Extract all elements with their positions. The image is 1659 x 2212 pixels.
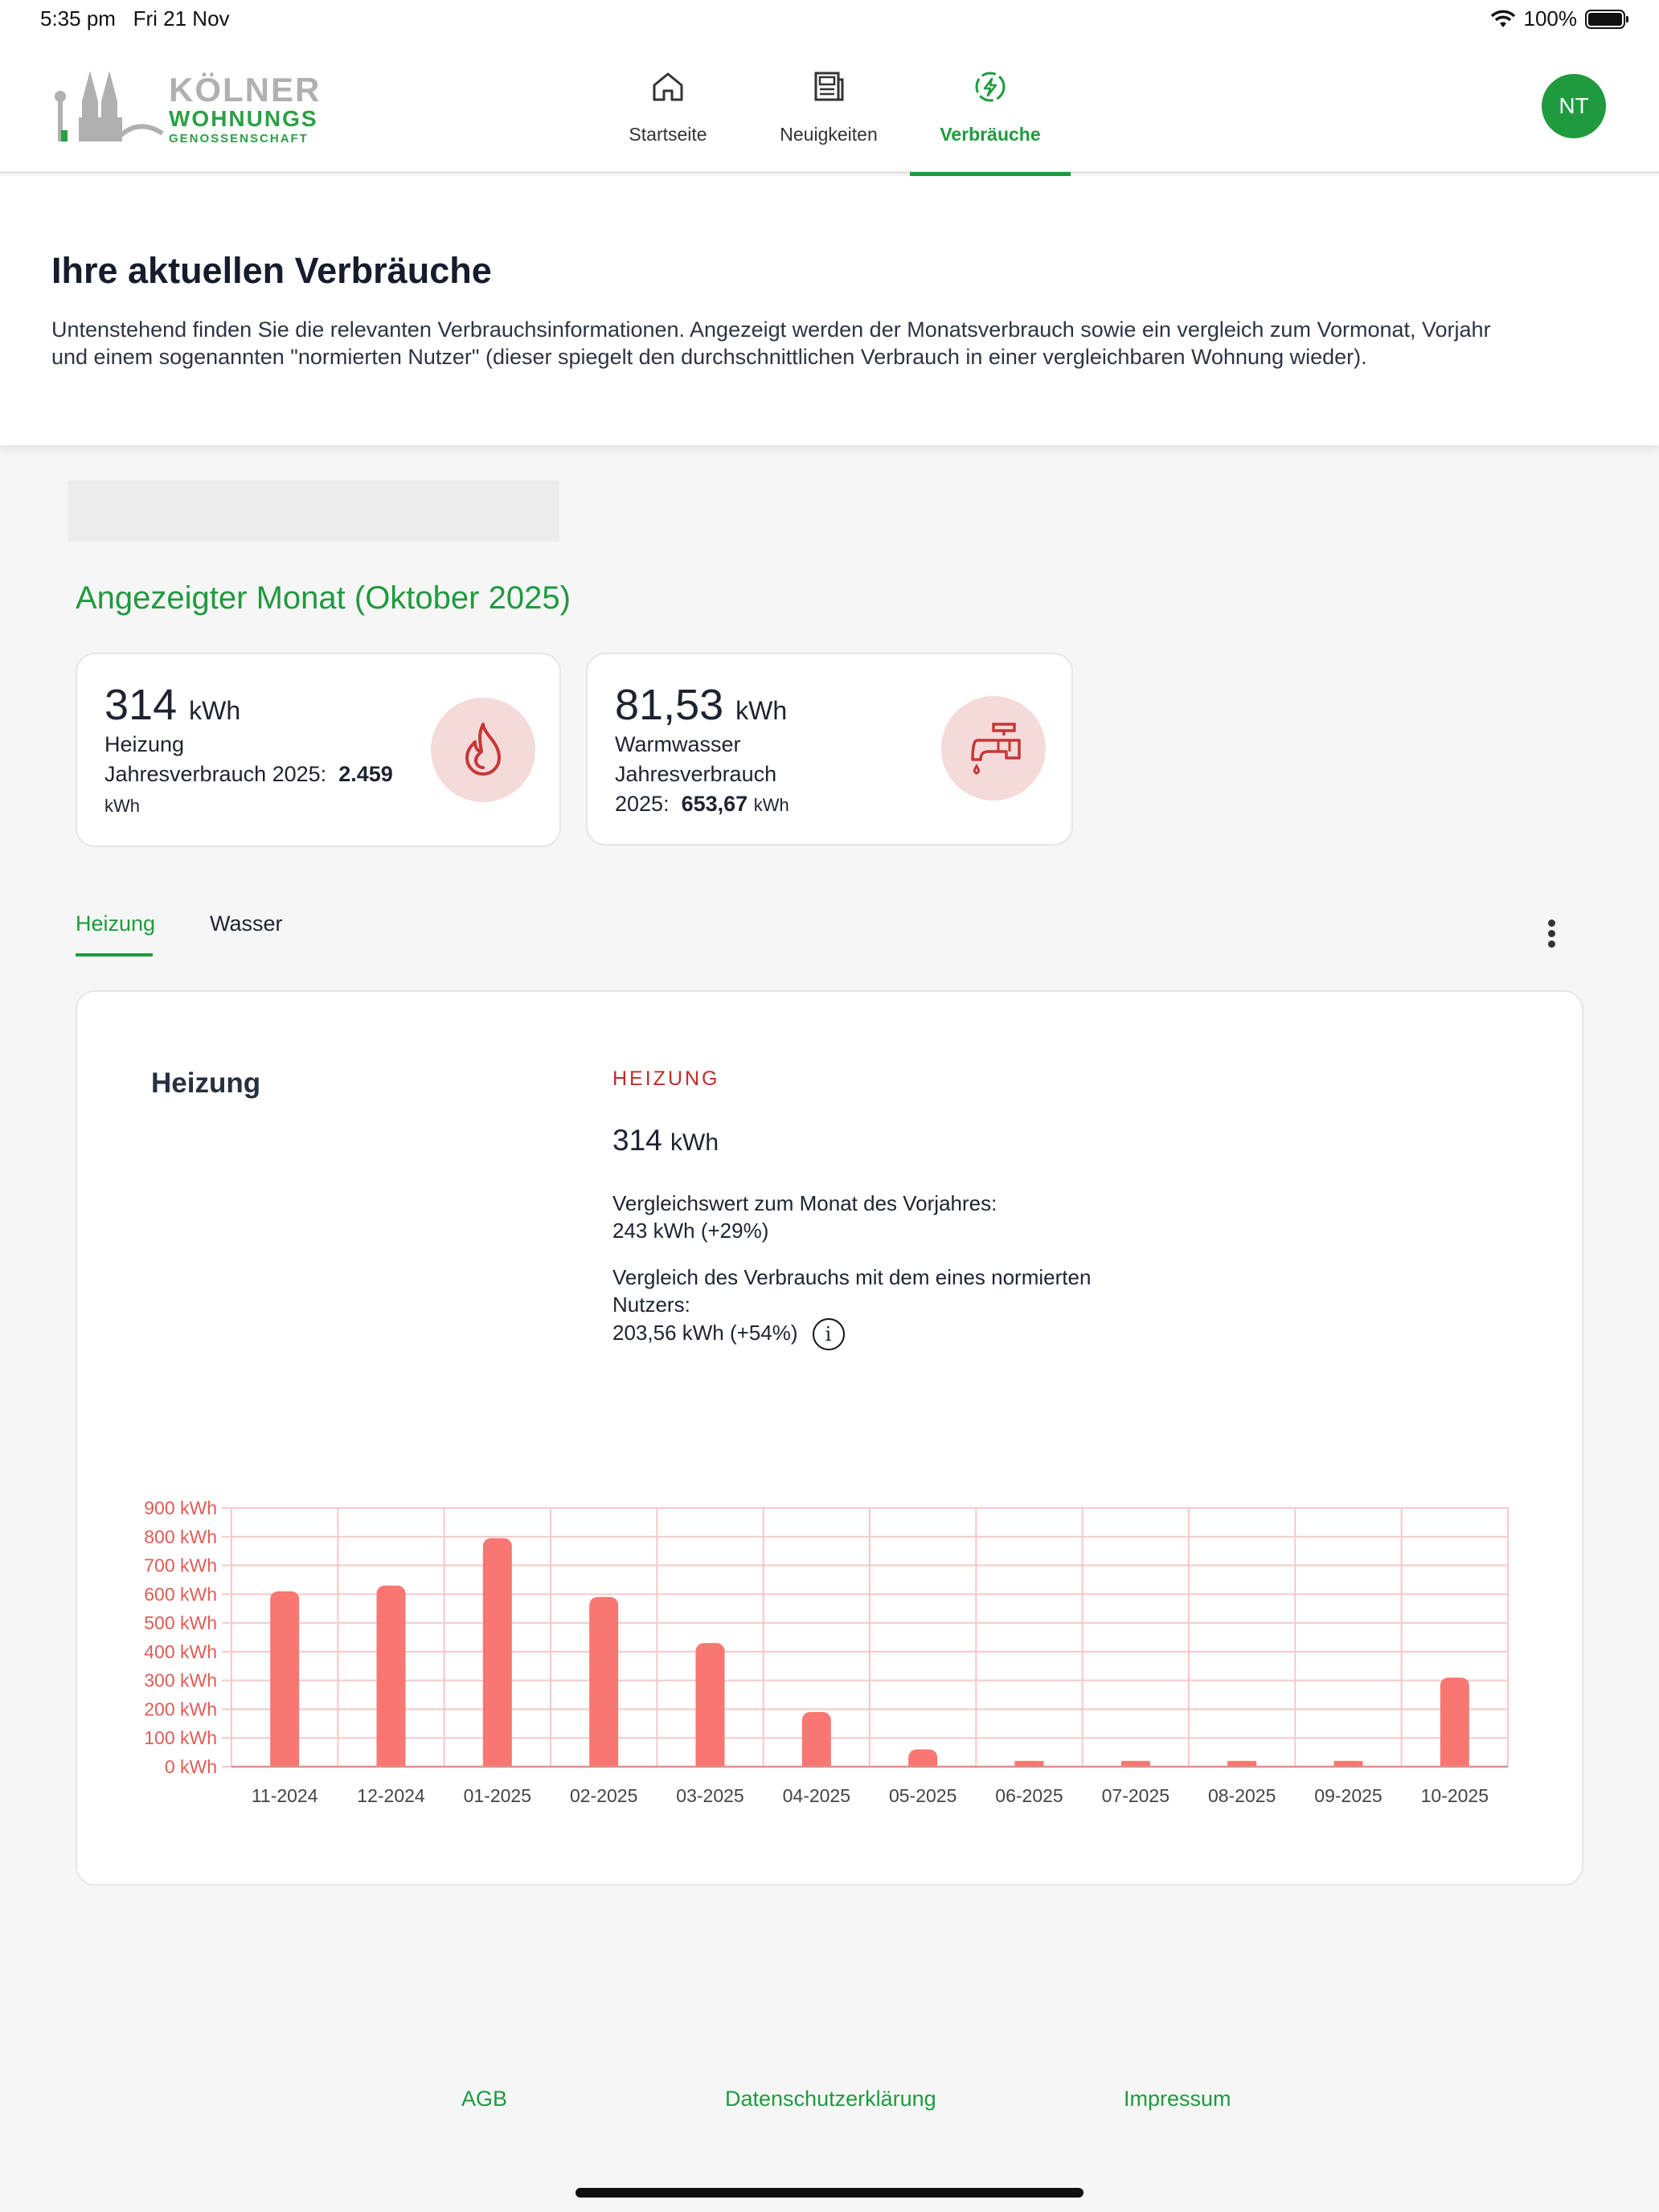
intro-section: Ihre aktuellen Verbräuche Untenstehend f… [0,176,1659,445]
footer-link-impressum[interactable]: Impressum [1124,2087,1231,2112]
water-summary-card: 81,53 kWh Warmwasser Jahresverbrauch 202… [586,653,1073,846]
norm-value-row: 203,56 kWh (+54%) i [612,1318,1091,1350]
chart-bar [695,1643,725,1767]
news-icon [814,72,844,101]
battery-percentage: 100% [1523,6,1578,31]
y-tick-label: 500 kWh [144,1612,217,1633]
y-tick-label: 100 kWh [144,1727,217,1748]
chart-bar-base [908,1759,938,1767]
logo-line-2: WOHNUNGS [169,106,318,131]
nav-label-verbraeuche: Verbräuche [940,124,1041,145]
page-description: Untenstehend finden Sie die relevanten V… [51,317,1491,369]
chart-bar [801,1712,831,1767]
nav-startseite[interactable]: Startseite [588,39,748,174]
chart-bar-base [482,1759,512,1767]
y-tick-label: 400 kWh [144,1641,217,1662]
heating-summary-card: 314 kWh Heizung Jahresverbrauch 2025: 2.… [76,653,561,847]
norm-label-1: Vergleich des Verbrauchs mit dem eines n… [612,1265,1092,1289]
nav-neuigkeiten[interactable]: Neuigkeiten [748,39,909,174]
water-label: Warmwasser [615,732,741,756]
faucet-icon [971,723,1021,775]
page-title: Ihre aktuellen Verbräuche [51,250,492,291]
x-tick-label: 12-2024 [357,1785,425,1806]
y-tick-label: 900 kWh [144,1497,217,1518]
nav-verbraeuche[interactable]: Verbräuche [910,39,1071,176]
detail-category: HEIZUNG [612,1067,720,1090]
logo[interactable]: KÖLNER WOHNUNGS GENOSSENSCHAFT [50,69,323,150]
chart-bar-base [376,1759,406,1767]
chart-bar-base [270,1759,300,1767]
home-icon [653,72,683,101]
water-year-consumption: 2025: 653,67 kWh [615,792,789,816]
prev-year-value: 243 kWh (+29%) [612,1219,769,1243]
y-tick-label: 600 kWh [144,1583,217,1604]
flame-icon [465,723,501,776]
chart-bar [1440,1677,1469,1767]
x-tick-label: 06-2025 [995,1785,1063,1806]
consumption-bar-chart: 0 kWh 100 kWh 200 kWh 300 kWh 400 kWh 500 kWh… [144,1497,1509,1806]
info-icon[interactable]: i [812,1318,845,1350]
footer-link-agb[interactable]: AGB [461,2087,507,2112]
x-tick-label: 04-2025 [783,1785,850,1806]
status-bar: 5:35 pm Fri 21 Nov 100% [0,0,1659,39]
battery-icon [1585,9,1628,29]
chart-bar-base [695,1759,725,1767]
avatar[interactable]: NT [1542,74,1606,138]
x-tick-label: 08-2025 [1208,1785,1276,1806]
month-title: Angezeigter Monat (Oktober 2025) [76,580,571,616]
home-indicator[interactable] [576,2188,1083,2198]
x-tick-label: 02-2025 [570,1785,637,1806]
norm-value: 203,56 kWh (+54%) [612,1320,798,1345]
nav-label-neuigkeiten: Neuigkeiten [780,124,878,145]
chart-bar [589,1596,619,1767]
y-tick-label: 200 kWh [144,1698,217,1719]
prev-year-label: Vergleichswert zum Monat des Vorjahres: [612,1191,997,1215]
prev-year-comparison: Vergleichswert zum Monat des Vorjahres: … [612,1190,997,1244]
heating-year-unit: kWh [104,796,140,816]
y-tick-label: 800 kWh [144,1526,217,1547]
status-time: 5:35 pm Fri 21 Nov [40,6,230,31]
norm-user-comparison: Vergleich des Verbrauchs mit dem eines n… [612,1264,1091,1350]
y-tick-label: 0 kWh [165,1756,217,1777]
water-year-label: Jahresverbrauch [615,762,777,786]
heating-year-consumption: Jahresverbrauch 2025: 2.459 [104,762,393,786]
logo-line-1: KÖLNER [169,71,322,109]
water-value: 81,53 kWh [615,681,788,729]
more-options-icon[interactable] [1543,920,1559,952]
chart-bar [270,1591,300,1767]
heating-value: 314 kWh [104,681,241,729]
chart-bar [482,1538,512,1767]
norm-label-2: Nutzers: [612,1292,690,1317]
chart-bar [376,1585,406,1767]
y-tick-label: 300 kWh [144,1670,217,1691]
loading-placeholder [68,481,559,542]
chart-bar-base [589,1759,619,1767]
x-tick-label: 07-2025 [1102,1785,1169,1806]
logo-line-3: GENOSSENSCHAFT [169,132,309,145]
tab-wasser[interactable]: Wasser [210,911,283,936]
x-tick-label: 10-2025 [1421,1785,1489,1806]
wifi-icon [1490,10,1515,27]
x-tick-label: 03-2025 [676,1785,743,1806]
detail-value: 314 kWh [612,1124,719,1157]
heating-label: Heizung [104,732,185,756]
detail-title: Heizung [151,1067,261,1099]
nav-label-startseite: Startseite [629,124,707,145]
app-header: KÖLNER WOHNUNGS GENOSSENSCHAFT Startseit… [0,39,1659,176]
chart-bar-base [1440,1759,1469,1767]
status-right: 100% [1490,6,1628,31]
faucet-icon-bg [941,696,1046,801]
x-tick-label: 01-2025 [464,1785,531,1806]
y-tick-label: 700 kWh [144,1555,217,1576]
chart-bar-base [801,1759,831,1767]
x-tick-label: 05-2025 [889,1785,956,1806]
energy-icon [975,72,1006,102]
flame-icon-bg [431,698,535,802]
tab-active-indicator [76,953,153,956]
tab-heizung[interactable]: Heizung [76,911,155,936]
x-tick-label: 09-2025 [1314,1785,1382,1806]
x-tick-label: 11-2024 [252,1785,318,1806]
footer-link-datenschutz[interactable]: Datenschutzerklärung [725,2087,936,2112]
cathedral-logo-icon [55,71,164,141]
